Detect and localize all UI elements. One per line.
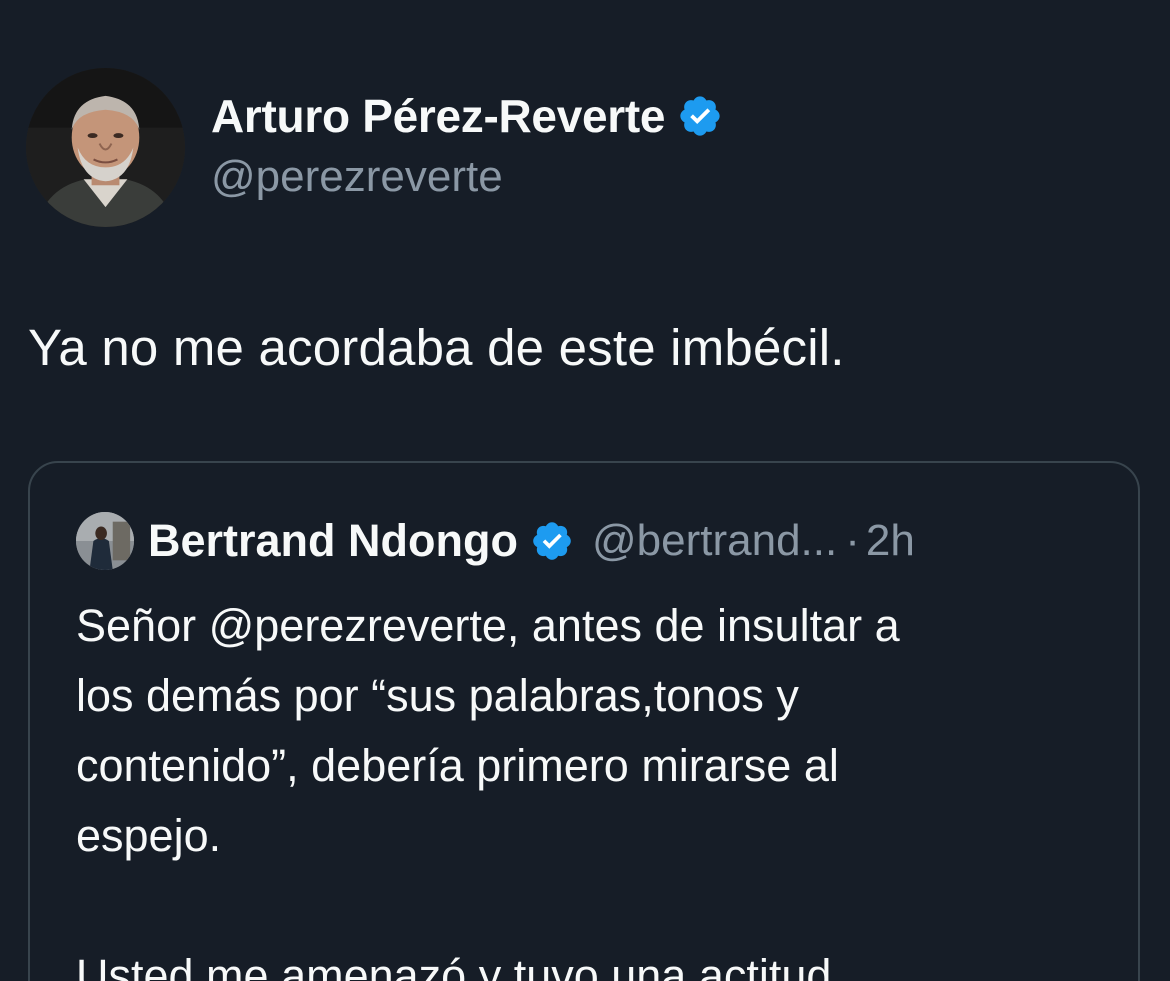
quoted-tweet-line: los demás por “sus palabras,tonos y bbox=[76, 670, 799, 721]
quoted-tweet-timestamp[interactable]: 2h bbox=[866, 516, 915, 566]
author-handle[interactable]: @perezreverte bbox=[211, 152, 503, 202]
quoted-tweet-line: espejo. bbox=[76, 810, 222, 861]
meta-separator: · bbox=[845, 516, 860, 565]
author-name[interactable]: Arturo Pérez-Reverte bbox=[211, 89, 665, 143]
verified-badge-icon[interactable] bbox=[677, 93, 723, 139]
quoted-tweet-line: Usted me amenazó y tuvo una actitud bbox=[76, 950, 832, 981]
quoted-tweet-body: Señor @perezreverte, antes de insultar a… bbox=[76, 591, 1096, 981]
author-avatar[interactable] bbox=[26, 68, 185, 227]
verified-badge-icon[interactable] bbox=[530, 519, 574, 563]
tweet-screen: Arturo Pérez-Reverte @perezreverte Ya no… bbox=[0, 0, 1170, 981]
quoted-author-avatar-image bbox=[76, 512, 134, 570]
paragraph-break bbox=[76, 871, 1096, 941]
quoted-author-name[interactable]: Bertrand Ndongo bbox=[148, 515, 518, 567]
quoted-author-handle[interactable]: @bertrand... bbox=[592, 516, 837, 566]
author-avatar-image bbox=[26, 68, 185, 227]
quoted-tweet-line: contenido”, debería primero mirarse al bbox=[76, 740, 839, 791]
quoted-tweet-header: Bertrand Ndongo @bertrand... · 2h bbox=[76, 507, 915, 575]
quoted-tweet-card[interactable]: Bertrand Ndongo @bertrand... · 2h Señor … bbox=[28, 461, 1140, 981]
quoted-tweet-line: Señor @perezreverte, antes de insultar a bbox=[76, 600, 900, 651]
quoted-author-avatar[interactable] bbox=[76, 512, 134, 570]
author-name-row: Arturo Pérez-Reverte bbox=[211, 84, 723, 148]
tweet-text: Ya no me acordaba de este imbécil. bbox=[28, 319, 845, 376]
